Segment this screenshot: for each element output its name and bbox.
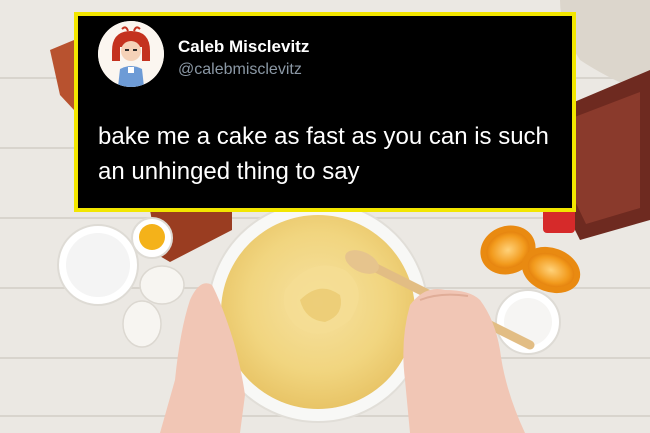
- tweet-text: bake me a cake as fast as you can is suc…: [98, 123, 549, 185]
- author-name[interactable]: Caleb Misclevitz: [178, 37, 309, 57]
- avatar[interactable]: [98, 21, 164, 87]
- egg-yolk-bowl-icon: [131, 217, 173, 259]
- author-handle[interactable]: @calebmisclevitz: [178, 61, 302, 79]
- cartoon-girl-avatar-icon: [98, 21, 164, 87]
- flour-bowl-icon: [57, 224, 139, 306]
- tweet-card[interactable]: Caleb Misclevitz @calebmisclevitz bake m…: [74, 12, 576, 212]
